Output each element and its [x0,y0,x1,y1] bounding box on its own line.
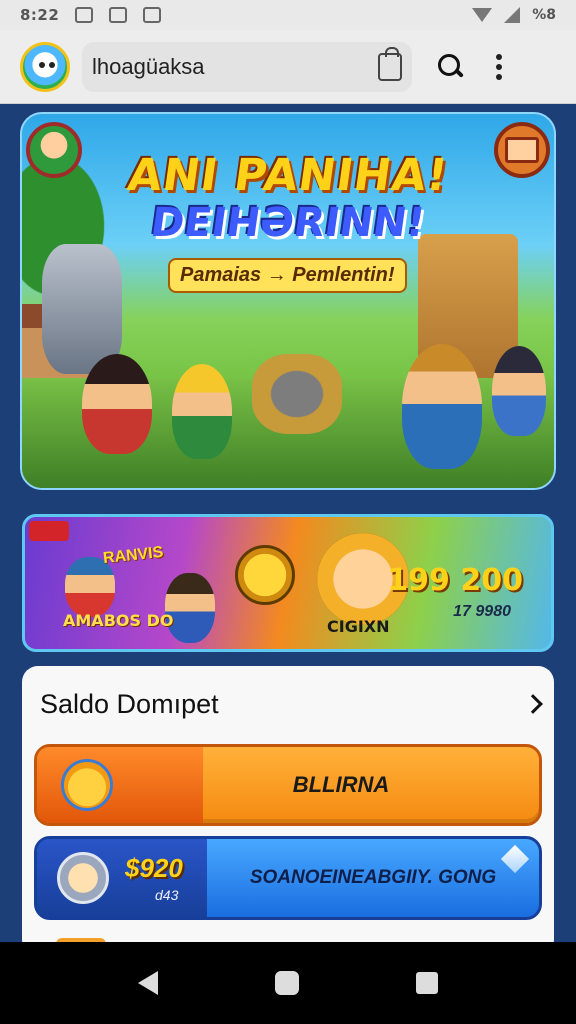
wallet-card: Saldo Domıpet BLLIRNA $920 d43 SOANOEINE… [22,666,554,956]
status-time: 8:22 [20,6,60,24]
boy-character [492,346,546,436]
promo-hero-name: CIGIXN [327,617,390,636]
promo-amount: 199 200 [387,563,523,598]
treasure-box-icon[interactable] [494,122,550,178]
recents-icon[interactable] [415,972,438,994]
girl-character [82,354,152,454]
status-left: 8:22 [20,6,162,24]
app-logo-icon[interactable] [20,41,70,92]
blue-button-label: SOANOEINEABGIIY. GONG [249,867,497,888]
monster-character [252,354,342,434]
blue-action-button[interactable]: $920 d43 SOANOEINEABGIIY. GONG [34,836,542,920]
shield-notification-icon [109,7,128,23]
more-options-icon[interactable] [496,53,502,80]
search-icon[interactable] [436,52,466,82]
back-icon[interactable] [138,971,159,995]
gallery-notification-icon [75,7,94,23]
blue-balance-amount: $920 [125,853,183,883]
robot-head-icon [57,852,109,904]
coin-icon [235,545,295,605]
hero-tagline: Pamaias → Pemlentin! [168,258,407,293]
battery-indicator: %8 [532,7,556,23]
app-bar: lhoagüaksa [0,30,576,104]
hero-banner[interactable]: ANI PANIHA! DEIHƏRINN! Pamaias → Pemlent… [20,112,556,490]
app-notification-icon [143,7,162,23]
chevron-right-icon[interactable] [523,694,543,714]
wallet-header[interactable]: Saldo Domıpet [40,686,543,722]
search-bar[interactable]: lhoagüaksa [82,41,412,92]
signal-icon [504,7,521,23]
promo-character-warrior [165,573,215,643]
system-nav-bar [0,942,576,1024]
status-right: %8 [472,7,556,23]
shopping-bag-icon[interactable] [378,46,402,81]
hero-title: ANI PANIHA! [124,150,452,201]
orange-button-label: BLLIRNA [292,772,390,797]
blue-button-icon-area: $920 d43 [37,839,207,917]
wallet-title: Saldo Domıpet [40,688,219,719]
hero-subtitle: DEIHƏRINN! [147,200,429,246]
promo-sub-amount: 17 9980 [453,603,511,620]
orange-action-button[interactable]: BLLIRNA [34,744,542,826]
promo-small-title: RANVIS [102,543,165,568]
explorer-character [402,344,482,469]
status-bar: 8:22 %8 [0,0,576,30]
promo-tag-badge [29,521,69,541]
promo-banner[interactable]: RANVIS AMABOS DO CIGIXN 199 200 17 9980 [22,514,554,652]
home-icon[interactable] [274,971,299,995]
orange-button-icon-area [37,747,203,823]
promo-label: AMABOS DO [63,611,174,630]
profile-avatar-button[interactable] [26,122,82,178]
search-input[interactable]: lhoagüaksa [92,54,378,80]
blond-character [172,364,232,459]
wifi-icon [472,8,493,22]
blue-balance-sub: d43 [155,887,179,903]
smiley-face-icon [61,759,113,811]
